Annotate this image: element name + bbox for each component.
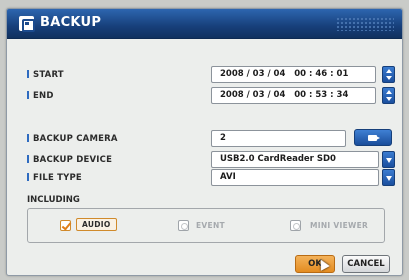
event-checkbox[interactable] [178, 220, 189, 231]
start-label: START [27, 70, 64, 80]
file-type-select[interactable]: AVI [211, 169, 379, 186]
event-option-label[interactable]: EVENT [196, 221, 225, 230]
audio-checkbox[interactable] [60, 220, 71, 231]
camera-lens-icon [376, 136, 380, 140]
title-bar[interactable]: BACKUP [7, 9, 402, 39]
backup-device-label: BACKUP DEVICE [27, 155, 112, 165]
backup-dialog: BACKUP START 2008 / 03 / 04 00 : 46 : 01… [6, 8, 403, 276]
file-type-dropdown-icon[interactable] [382, 169, 395, 186]
mini-viewer-checkbox[interactable] [290, 220, 301, 231]
end-time-spin-icon[interactable] [382, 87, 395, 104]
file-type-label: FILE TYPE [27, 173, 82, 183]
backup-device-select[interactable]: USB2.0 CardReader SD0 [211, 151, 379, 168]
backup-camera-label: BACKUP CAMERA [27, 134, 118, 144]
camera-select-button[interactable] [354, 129, 392, 146]
including-label: INCLUDING [27, 195, 80, 205]
end-label: END [27, 91, 54, 101]
including-group: AUDIO EVENT MINI VIEWER [27, 208, 385, 243]
backup-camera-field: 2 [211, 130, 346, 147]
dialog-title: BACKUP [40, 15, 102, 30]
mini-viewer-option-label[interactable]: MINI VIEWER [310, 221, 368, 230]
cancel-button[interactable]: CANCEL [342, 255, 390, 273]
start-time-spin-icon[interactable] [382, 66, 395, 83]
title-grip-pattern [336, 17, 394, 31]
start-time-field[interactable]: 2008 / 03 / 04 00 : 46 : 01 [211, 66, 376, 83]
audio-option-label[interactable]: AUDIO [76, 218, 117, 231]
end-time-field[interactable]: 2008 / 03 / 04 00 : 53 : 34 [211, 87, 376, 104]
backup-device-dropdown-icon[interactable] [382, 151, 395, 168]
backup-title-icon [19, 16, 35, 32]
